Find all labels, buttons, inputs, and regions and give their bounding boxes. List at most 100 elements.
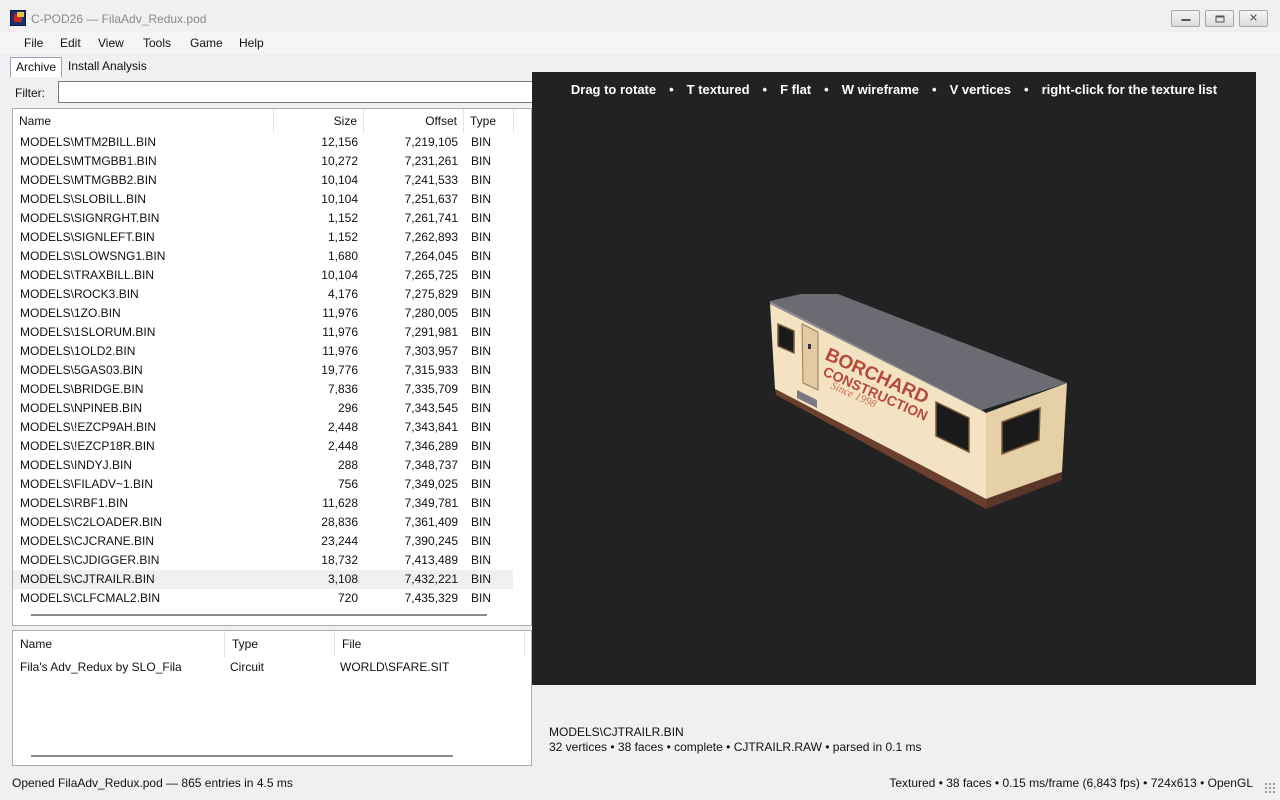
hint-separator: •: [824, 82, 829, 97]
file-row[interactable]: MODELS\BRIDGE.BIN 7,836 7,335,709 BIN: [13, 380, 513, 399]
file-row[interactable]: MODELS\INDYJ.BIN 288 7,348,737 BIN: [13, 456, 513, 475]
cell-type: BIN: [471, 496, 492, 510]
menu-help[interactable]: Help: [239, 36, 264, 50]
install-cell-name: Fila's Adv_Redux by SLO_Fila: [20, 660, 182, 674]
cell-type: BIN: [471, 363, 492, 377]
cell-name: MODELS\NPINEB.BIN: [20, 401, 143, 415]
cell-offset: 7,262,893: [404, 230, 458, 244]
cell-name: MODELS\SLOWSNG1.BIN: [20, 249, 166, 263]
install-panel: Name Type File Fila's Adv_Redux by SLO_F…: [12, 630, 532, 766]
file-row[interactable]: MODELS\!EZCP18R.BIN 2,448 7,346,289 BIN: [13, 437, 513, 456]
file-row[interactable]: MODELS\1ZO.BIN 11,976 7,280,005 BIN: [13, 304, 513, 323]
cell-size: 3,108: [327, 572, 358, 586]
file-row[interactable]: MODELS\C2LOADER.BIN 28,836 7,361,409 BIN: [13, 513, 513, 532]
file-row[interactable]: MODELS\ROCK3.BIN 4,176 7,275,829 BIN: [13, 285, 513, 304]
cell-type: BIN: [471, 306, 492, 320]
filter-input[interactable]: [58, 81, 534, 103]
hint-texture-list: right-click for the texture list: [1041, 82, 1218, 97]
cell-size: 10,272: [321, 154, 358, 168]
cell-offset: 7,251,637: [404, 192, 458, 206]
column-header-name[interactable]: Name: [13, 109, 274, 133]
file-row[interactable]: MODELS\TRAXBILL.BIN 10,104 7,265,725 BIN: [13, 266, 513, 285]
app-icon: [10, 10, 26, 26]
menu-bar: File Edit View Tools Game Help: [0, 32, 1280, 54]
resize-grip-icon[interactable]: [1264, 782, 1276, 794]
status-bar: Opened FilaAdv_Redux.pod — 865 entries i…: [0, 770, 1280, 800]
menu-edit[interactable]: Edit: [60, 36, 81, 50]
file-row[interactable]: MODELS\SIGNLEFT.BIN 1,152 7,262,893 BIN: [13, 228, 513, 247]
file-row[interactable]: MODELS\CJTRAILR.BIN 3,108 7,432,221 BIN: [13, 570, 513, 589]
cell-type: BIN: [471, 572, 492, 586]
hint-rotate: Drag to rotate: [570, 82, 657, 97]
file-row[interactable]: MODELS\MTM2BILL.BIN 12,156 7,219,105 BIN: [13, 133, 513, 152]
column-header-type[interactable]: Type: [464, 109, 514, 133]
tab-archive[interactable]: Archive: [10, 57, 63, 77]
cell-name: MODELS\RBF1.BIN: [20, 496, 129, 510]
column-header-size[interactable]: Size: [274, 109, 364, 133]
file-row[interactable]: MODELS\FILADV~1.BIN 756 7,349,025 BIN: [13, 475, 513, 494]
hint-wireframe: W wireframe: [841, 82, 920, 97]
horizontal-scrollbar[interactable]: [31, 614, 487, 616]
cell-offset: 7,303,957: [404, 344, 458, 358]
cell-size: 28,836: [321, 515, 358, 529]
file-row[interactable]: MODELS\1SLORUM.BIN 11,976 7,291,981 BIN: [13, 323, 513, 342]
cell-size: 7,836: [327, 382, 358, 396]
cell-offset: 7,241,533: [404, 173, 458, 187]
file-row[interactable]: MODELS\RBF1.BIN 11,628 7,349,781 BIN: [13, 494, 513, 513]
file-row[interactable]: MODELS\!EZCP9AH.BIN 2,448 7,343,841 BIN: [13, 418, 513, 437]
file-row[interactable]: MODELS\5GAS03.BIN 19,776 7,315,933 BIN: [13, 361, 513, 380]
cell-size: 10,104: [321, 192, 358, 206]
file-row[interactable]: MODELS\MTMGBB2.BIN 10,104 7,241,533 BIN: [13, 171, 513, 190]
file-row[interactable]: MODELS\SLOBILL.BIN 10,104 7,251,637 BIN: [13, 190, 513, 209]
status-right-text: Textured • 38 faces • 0.15 ms/frame (6,8…: [889, 776, 1253, 790]
trailer-model: BORCHARD CONSTRUCTION Since 1998: [770, 294, 1067, 509]
column-header-offset[interactable]: Offset: [364, 109, 464, 133]
install-horizontal-scrollbar[interactable]: [31, 755, 453, 757]
cell-offset: 7,348,737: [404, 458, 458, 472]
file-row[interactable]: MODELS\1OLD2.BIN 11,976 7,303,957 BIN: [13, 342, 513, 361]
file-row[interactable]: MODELS\MTMGBB1.BIN 10,272 7,231,261 BIN: [13, 152, 513, 171]
cell-type: BIN: [471, 249, 492, 263]
cell-name: MODELS\1ZO.BIN: [20, 306, 121, 320]
install-header-name[interactable]: Name: [13, 631, 225, 657]
install-header-file[interactable]: File: [335, 631, 525, 657]
cell-offset: 7,390,245: [404, 534, 458, 548]
file-row[interactable]: MODELS\CJDIGGER.BIN 18,732 7,413,489 BIN: [13, 551, 513, 570]
model-viewport[interactable]: BORCHARD CONSTRUCTION Since 1998 Drag to…: [532, 72, 1256, 685]
viewport-hints: Drag to rotate • T textured • F flat • W…: [532, 82, 1256, 97]
cell-size: 11,976: [322, 344, 358, 358]
maximize-button[interactable]: [1205, 10, 1234, 27]
cell-offset: 7,335,709: [404, 382, 458, 396]
cell-type: BIN: [471, 420, 492, 434]
file-row[interactable]: MODELS\CLFCMAL2.BIN 720 7,435,329 BIN: [13, 589, 513, 608]
cell-type: BIN: [471, 458, 492, 472]
cell-offset: 7,264,045: [404, 249, 458, 263]
install-header-type[interactable]: Type: [225, 631, 335, 657]
close-button[interactable]: ✕: [1239, 10, 1268, 27]
menu-tools[interactable]: Tools: [143, 36, 171, 50]
cell-name: MODELS\FILADV~1.BIN: [20, 477, 154, 491]
file-row[interactable]: MODELS\CJCRANE.BIN 23,244 7,390,245 BIN: [13, 532, 513, 551]
cell-size: 10,104: [321, 268, 358, 282]
hint-separator: •: [932, 82, 937, 97]
file-row[interactable]: MODELS\NPINEB.BIN 296 7,343,545 BIN: [13, 399, 513, 418]
menu-view[interactable]: View: [98, 36, 124, 50]
cell-name: MODELS\CLFCMAL2.BIN: [20, 591, 161, 605]
install-cell-type: Circuit: [230, 660, 265, 674]
file-row[interactable]: MODELS\SIGNRGHT.BIN 1,152 7,261,741 BIN: [13, 209, 513, 228]
cell-size: 756: [337, 477, 358, 491]
cell-type: BIN: [471, 173, 492, 187]
tab-install-analysis[interactable]: Install Analysis: [63, 57, 152, 77]
file-row[interactable]: MODELS\SLOWSNG1.BIN 1,680 7,264,045 BIN: [13, 247, 513, 266]
menu-file[interactable]: File: [24, 36, 43, 50]
file-list[interactable]: Name Size Offset Type MODELS\MTM2BILL.BI…: [12, 108, 532, 626]
cell-type: BIN: [471, 211, 492, 225]
cell-offset: 7,231,261: [404, 154, 458, 168]
menu-game[interactable]: Game: [190, 36, 223, 50]
cell-type: BIN: [471, 439, 492, 453]
hint-separator: •: [669, 82, 674, 97]
cell-name: MODELS\!EZCP9AH.BIN: [20, 420, 157, 434]
cell-name: MODELS\5GAS03.BIN: [20, 363, 143, 377]
minimize-button[interactable]: [1171, 10, 1200, 27]
hint-flat: F flat: [780, 82, 812, 97]
